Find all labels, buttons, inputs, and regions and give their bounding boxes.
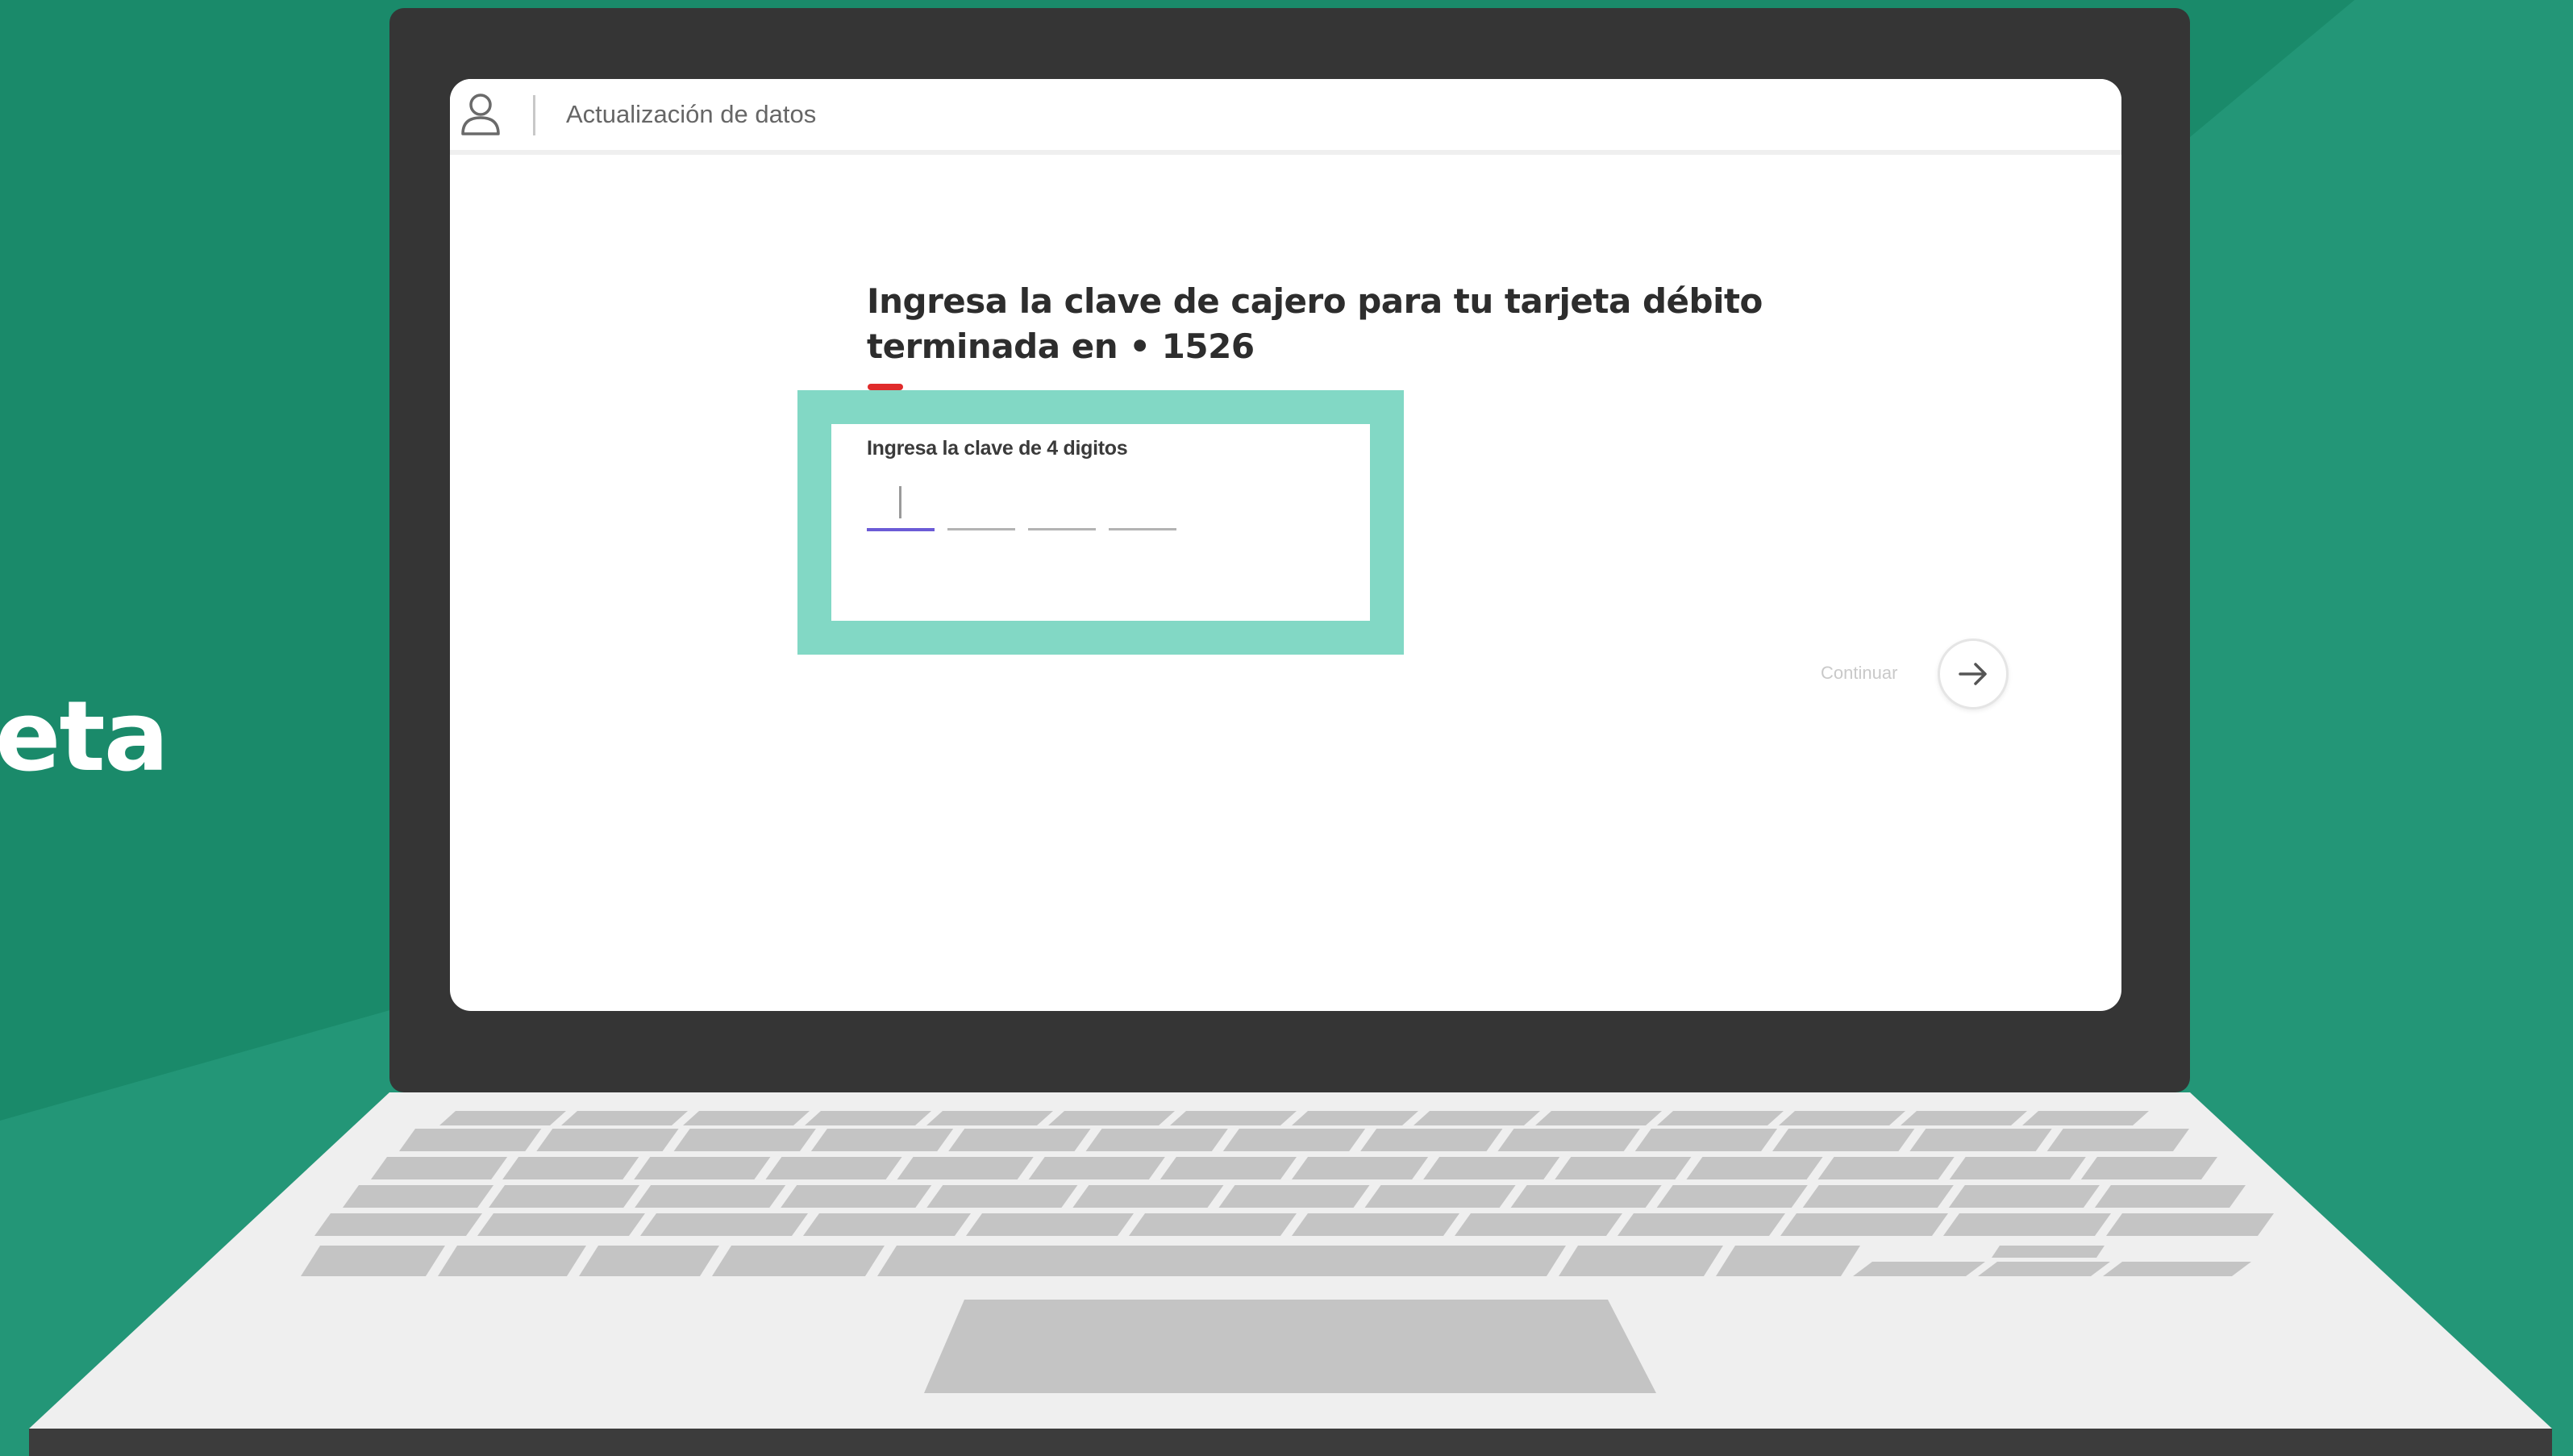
keyboard-key[interactable] [1085, 1129, 1228, 1151]
keyboard-key[interactable] [1802, 1185, 1954, 1208]
keyboard-key[interactable] [803, 1213, 971, 1236]
keyboard-key[interactable] [1292, 1111, 1418, 1125]
keyboard-key[interactable] [1716, 1246, 1860, 1276]
keyboard-key[interactable] [1423, 1157, 1560, 1179]
keyboard-key[interactable] [343, 1185, 494, 1208]
keyboard-key[interactable] [1360, 1129, 1503, 1151]
keyboard-key[interactable] [1170, 1111, 1297, 1125]
keyboard-key[interactable] [561, 1111, 688, 1125]
topbar-divider [533, 95, 535, 135]
keyboard-key[interactable] [781, 1185, 932, 1208]
spacebar-key[interactable] [877, 1246, 1566, 1276]
keyboard-key[interactable] [1779, 1111, 1905, 1125]
keyboard-key[interactable] [1510, 1185, 1662, 1208]
pin-digit-1[interactable] [867, 486, 935, 531]
keyboard-key[interactable] [640, 1213, 808, 1236]
keyboard-key[interactable] [1634, 1129, 1778, 1151]
keyboard-key[interactable] [683, 1111, 810, 1125]
keyboard-key[interactable] [966, 1213, 1134, 1236]
trackpad[interactable] [924, 1300, 1656, 1393]
keyboard-key[interactable] [489, 1185, 640, 1208]
keyboard-key[interactable] [439, 1111, 566, 1125]
keyboard-key[interactable] [948, 1129, 1091, 1151]
keyboard-key[interactable] [1413, 1111, 1540, 1125]
keyboard-key[interactable] [1072, 1185, 1224, 1208]
pin-digit-2[interactable] [947, 486, 1015, 530]
continue-button[interactable] [1938, 639, 2009, 709]
keyboard-key[interactable] [1617, 1213, 1785, 1236]
pin-heading-line-2: terminada en • 1526 [867, 327, 1255, 366]
keyboard-key[interactable] [1455, 1213, 1622, 1236]
keyboard-key[interactable] [1222, 1129, 1366, 1151]
keyboard-key[interactable] [712, 1246, 885, 1276]
pin-digit-3[interactable] [1028, 486, 1096, 530]
keyboard-key[interactable] [1292, 1157, 1429, 1179]
keyboard-key[interactable] [635, 1185, 786, 1208]
keyboard-key[interactable] [399, 1129, 542, 1151]
keyboard-key[interactable] [1218, 1185, 1370, 1208]
text-cursor [899, 486, 901, 518]
pin-digit-4[interactable] [1109, 486, 1176, 530]
keyboard-key[interactable] [1129, 1213, 1297, 1236]
pin-field-label: Ingresa la clave de 4 digitos [867, 437, 1128, 460]
keyboard-key[interactable] [1943, 1213, 2111, 1236]
keyboard-key[interactable] [1978, 1262, 2110, 1276]
keyboard-key[interactable] [1901, 1111, 2027, 1125]
pin-heading-line-1: Ingresa la clave de cajero para tu tarje… [867, 281, 1763, 321]
keyboard-key[interactable] [2103, 1262, 2251, 1276]
keyboard-key[interactable] [1949, 1157, 2086, 1179]
keyboard-key[interactable] [1292, 1213, 1459, 1236]
keyboard-key[interactable] [634, 1157, 771, 1179]
keyboard-key[interactable] [1686, 1157, 1823, 1179]
keyboard-key[interactable] [1559, 1246, 1723, 1276]
keyboard-key[interactable] [1535, 1111, 1662, 1125]
keyboard-key[interactable] [371, 1157, 508, 1179]
keyboard-key[interactable] [805, 1111, 931, 1125]
keyboard-key[interactable] [673, 1129, 816, 1151]
keyboard-key[interactable] [301, 1246, 445, 1276]
keyboard-key[interactable] [1853, 1262, 1985, 1276]
keyboard-key[interactable] [810, 1129, 954, 1151]
top-bar: Actualización de datos [450, 79, 2121, 155]
side-caption-fragment: eta [0, 681, 169, 793]
keyboard-key[interactable] [579, 1246, 719, 1276]
keyboard-key[interactable] [477, 1213, 645, 1236]
keyboard-key[interactable] [2094, 1185, 2246, 1208]
keyboard-key[interactable] [1948, 1185, 2100, 1208]
keyboard-key[interactable] [1497, 1129, 1640, 1151]
keyboard-key[interactable] [765, 1157, 902, 1179]
keyboard-key[interactable] [2080, 1157, 2217, 1179]
keyboard-key[interactable] [2106, 1213, 2274, 1236]
keyboard-key[interactable] [314, 1213, 482, 1236]
keyboard-key[interactable] [2022, 1111, 2149, 1125]
keyboard-key[interactable] [1909, 1129, 2052, 1151]
laptop-screen: Actualización de datos Ingresa la clave … [450, 79, 2121, 1011]
keyboard-key[interactable] [1657, 1111, 1784, 1125]
heading-accent-bar [868, 384, 903, 390]
keyboard-key[interactable] [1780, 1213, 1948, 1236]
continue-label[interactable]: Continuar [1821, 663, 1897, 684]
keyboard-key[interactable] [2046, 1129, 2189, 1151]
keyboard-key[interactable] [1656, 1185, 1808, 1208]
keyboard-key[interactable] [1048, 1111, 1175, 1125]
page-title: Actualización de datos [566, 100, 817, 128]
keyboard-key[interactable] [926, 1111, 1053, 1125]
arrow-right-icon [1959, 663, 1987, 685]
keyboard-key[interactable] [1555, 1157, 1692, 1179]
arrow-up-key[interactable] [1992, 1246, 2105, 1258]
laptop-base-edge [29, 1429, 2552, 1456]
keyboard-key[interactable] [1817, 1157, 1955, 1179]
keyboard-key[interactable] [1772, 1129, 1915, 1151]
keyboard-key[interactable] [502, 1157, 639, 1179]
keyboard-key[interactable] [1160, 1157, 1297, 1179]
keyboard-key[interactable] [536, 1129, 679, 1151]
keyboard-key[interactable] [1028, 1157, 1165, 1179]
pin-heading: Ingresa la clave de cajero para tu tarje… [867, 279, 1834, 369]
keyboard-key[interactable] [1364, 1185, 1516, 1208]
laptop-base [29, 1092, 2552, 1456]
keyboard-key[interactable] [438, 1246, 586, 1276]
keyboard-key[interactable] [897, 1157, 1034, 1179]
keyboard-key[interactable] [926, 1185, 1078, 1208]
user-icon[interactable] [458, 89, 503, 140]
